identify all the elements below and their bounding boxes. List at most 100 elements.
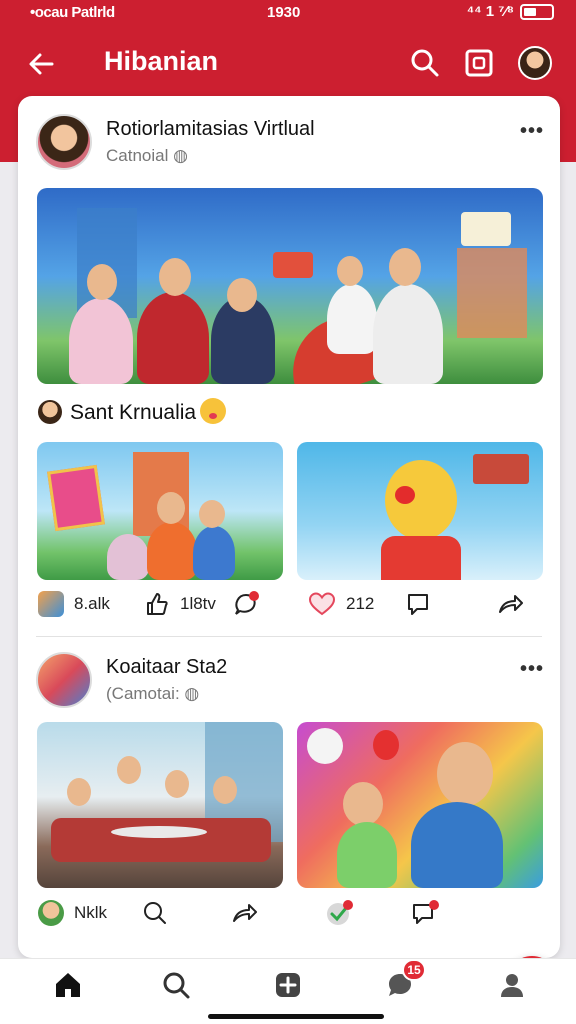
search-icon	[142, 900, 168, 926]
signal-label: ⁴⁴ 1 ⁷⁄⁸	[466, 3, 514, 20]
page-title: Hibanian	[104, 46, 219, 76]
kiss-emoji-icon	[200, 398, 227, 424]
back-arrow-icon[interactable]	[22, 44, 62, 84]
person-head	[87, 264, 117, 300]
like-icon	[144, 591, 170, 617]
profile-icon	[501, 974, 523, 997]
comment-button[interactable]	[232, 587, 260, 621]
person	[411, 802, 503, 888]
poster	[47, 464, 105, 532]
person-head	[213, 776, 237, 804]
share-button[interactable]	[230, 896, 258, 930]
more-icon[interactable]: •••	[520, 658, 544, 681]
navbar: Hibanian	[0, 36, 576, 92]
tab-create[interactable]	[268, 965, 308, 1005]
person	[373, 284, 443, 384]
person-head	[67, 778, 91, 806]
reply-button[interactable]	[404, 587, 432, 621]
clock: 1930	[267, 4, 301, 21]
post-image[interactable]	[37, 442, 283, 580]
heart-button[interactable]: 212	[308, 587, 374, 621]
check-icon	[324, 898, 354, 928]
home-icon	[56, 973, 80, 997]
feed-card: Rotiorlamitasias Virtlual Catnoial ◍ •••…	[18, 96, 560, 1008]
person-head	[165, 770, 189, 798]
building	[457, 248, 527, 338]
floating-sign	[461, 212, 511, 246]
check-button[interactable]	[324, 896, 354, 930]
status-icons: ⁴⁴ 1 ⁷⁄⁸	[467, 3, 554, 20]
post-actions: Nklk	[18, 896, 560, 930]
sticker	[307, 728, 343, 764]
search-button[interactable]	[142, 896, 168, 930]
author-name[interactable]: Rotiorlamitasias Virtlual	[106, 118, 315, 141]
person-head	[117, 756, 141, 784]
search-icon[interactable]	[408, 46, 442, 80]
post-actions: 8.alk 1l8tv 212	[18, 587, 560, 621]
post-subtitle: (Camotai: ◍	[106, 684, 200, 703]
profile-avatar[interactable]	[518, 46, 552, 80]
person	[337, 822, 397, 888]
like-count: 1l8tv	[180, 594, 216, 613]
tab-messages[interactable]: 15	[380, 959, 426, 1005]
home-indicator	[208, 1014, 384, 1019]
share-icon	[496, 590, 524, 618]
person	[107, 534, 149, 580]
heart-icon	[308, 591, 336, 617]
post-image[interactable]	[297, 722, 543, 888]
tag-thumb	[38, 591, 64, 617]
person	[69, 298, 133, 384]
person-head	[157, 492, 185, 524]
author-name[interactable]: Koaitaar Sta2	[106, 656, 227, 679]
tab-home[interactable]	[48, 965, 88, 1005]
status-bar: •ocau Patlrld 1930 ⁴⁴ 1 ⁷⁄⁸	[0, 0, 576, 28]
table	[111, 826, 207, 838]
tag-label: 8.alk	[74, 594, 110, 613]
character-body	[381, 536, 461, 580]
search-icon	[163, 972, 190, 999]
share-icon	[230, 899, 258, 927]
caption-text: Sant Krnualia	[70, 401, 197, 424]
person-head	[159, 258, 191, 296]
more-icon[interactable]: •••	[520, 120, 544, 143]
messages-badge: 15	[402, 959, 426, 981]
sign	[473, 454, 529, 484]
tag-action[interactable]: Nklk	[38, 896, 107, 930]
person-head	[199, 500, 225, 528]
carrier-label: •ocau Patlrld	[30, 4, 115, 21]
globe-icon: ◍	[173, 146, 188, 165]
caption-avatar	[38, 400, 62, 424]
post-image[interactable]	[37, 188, 543, 384]
globe-icon: ◍	[184, 684, 200, 703]
sofa	[51, 818, 271, 862]
person-head	[389, 248, 421, 286]
author-avatar[interactable]	[36, 114, 92, 170]
like-button[interactable]: 1l8tv	[144, 587, 216, 621]
tag-label: Nklk	[74, 903, 108, 922]
person	[327, 284, 377, 354]
reply-icon	[404, 590, 432, 618]
character-nose	[395, 486, 415, 504]
tab-profile[interactable]	[492, 965, 532, 1005]
person-head	[437, 742, 493, 806]
heart-count: 212	[346, 594, 375, 613]
person-head	[227, 278, 257, 312]
floating-sign	[273, 252, 313, 278]
person	[147, 522, 197, 580]
share-button[interactable]	[496, 587, 524, 621]
reply-button[interactable]	[410, 896, 440, 930]
person-head	[337, 256, 363, 286]
share-box-icon[interactable]	[462, 46, 496, 80]
post-image[interactable]	[297, 442, 543, 580]
author-avatar[interactable]	[36, 652, 92, 708]
balloon	[373, 730, 399, 760]
post-image[interactable]	[37, 722, 283, 888]
person	[137, 292, 209, 384]
comment-icon	[232, 590, 260, 618]
tab-search[interactable]	[156, 965, 196, 1005]
post-header: Koaitaar Sta2 (Camotai: ◍ •••	[36, 652, 543, 712]
person-head	[343, 782, 383, 826]
tag-avatar	[38, 900, 64, 926]
tag-action[interactable]: 8.alk	[38, 587, 110, 621]
person	[193, 526, 235, 580]
